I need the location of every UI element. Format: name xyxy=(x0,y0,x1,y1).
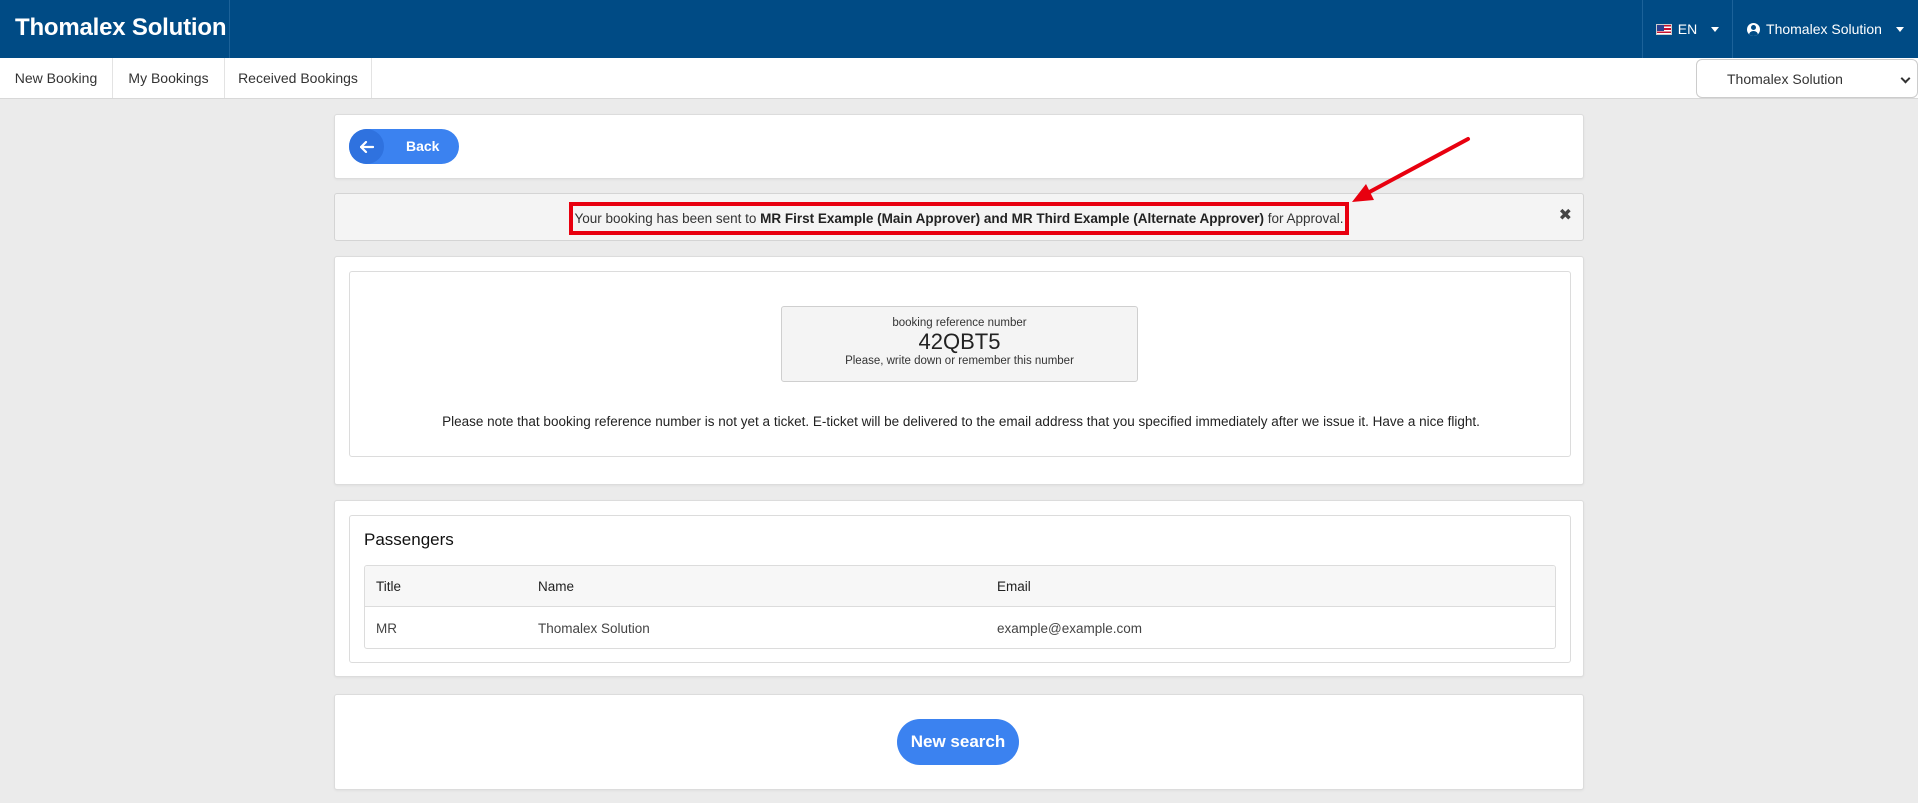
language-selector[interactable]: EN xyxy=(1642,0,1732,58)
reference-number-box: booking reference number 42QBT5 Please, … xyxy=(781,306,1138,382)
column-header-title: Title xyxy=(376,578,402,594)
passenger-title: MR xyxy=(376,620,397,636)
column-header-name: Name xyxy=(538,578,575,594)
user-name: Thomalex Solution xyxy=(1766,21,1882,37)
alert-highlight-box: Your booking has been sent to MR First E… xyxy=(569,202,1349,235)
approval-alert: Your booking has been sent to MR First E… xyxy=(334,193,1584,241)
brand-title[interactable]: Thomalex Solution xyxy=(15,14,226,42)
table-row: MR Thomalex Solution example@example.com xyxy=(365,607,1555,648)
passenger-email: example@example.com xyxy=(997,620,1143,636)
table-header: Title Name Email xyxy=(365,566,1555,607)
passenger-name: Thomalex Solution xyxy=(538,620,650,636)
passengers-title: Passengers xyxy=(364,530,454,549)
back-button-label: Back xyxy=(406,138,440,154)
organization-select[interactable]: Thomalex Solution xyxy=(1696,59,1918,98)
passengers-panel: Passengers Title Name Email MR Thomalex … xyxy=(349,515,1571,663)
column-header-email: Email xyxy=(997,578,1031,594)
new-search-card: New search xyxy=(334,694,1584,790)
nav-received-bookings[interactable]: Received Bookings xyxy=(225,58,372,98)
alert-prefix: Your booking has been sent to xyxy=(574,211,761,226)
caret-down-icon xyxy=(1895,26,1904,32)
us-flag-icon xyxy=(1655,23,1672,35)
sub-navigation: New Booking My Bookings Received Booking… xyxy=(0,58,1918,99)
language-code: EN xyxy=(1677,21,1698,37)
organization-select-value: Thomalex Solution xyxy=(1727,70,1843,87)
booking-reference-card: booking reference number 42QBT5 Please, … xyxy=(334,256,1584,485)
top-bar: Thomalex Solution EN Thomalex Solution xyxy=(0,0,1918,58)
arrow-left-icon xyxy=(349,129,384,164)
user-circle-icon xyxy=(1747,22,1761,36)
alert-suffix: for Approval. xyxy=(1263,211,1344,226)
user-menu[interactable]: Thomalex Solution xyxy=(1732,0,1918,58)
passengers-card: Passengers Title Name Email MR Thomalex … xyxy=(334,500,1584,677)
alert-approvers: MR First Example (Main Approver) and MR … xyxy=(760,211,1264,226)
ticket-note: Please note that booking reference numbe… xyxy=(442,414,1480,429)
booking-reference-panel: booking reference number 42QBT5 Please, … xyxy=(349,271,1571,457)
divider xyxy=(229,0,230,58)
back-button[interactable]: Back xyxy=(349,129,459,164)
caret-down-icon xyxy=(1711,26,1720,32)
nav-new-booking[interactable]: New Booking xyxy=(0,58,113,98)
close-icon[interactable]: ✖ xyxy=(1559,205,1572,225)
nav-my-bookings[interactable]: My Bookings xyxy=(113,58,225,98)
reference-number: 42QBT5 xyxy=(918,329,1001,354)
new-search-button[interactable]: New search xyxy=(897,719,1019,765)
chevron-down-icon xyxy=(1900,73,1911,84)
back-card: Back xyxy=(334,114,1584,179)
reference-caption: booking reference number xyxy=(892,317,1027,329)
reference-hint: Please, write down or remember this numb… xyxy=(845,355,1074,367)
passengers-table: Title Name Email MR Thomalex Solution ex… xyxy=(364,565,1556,649)
